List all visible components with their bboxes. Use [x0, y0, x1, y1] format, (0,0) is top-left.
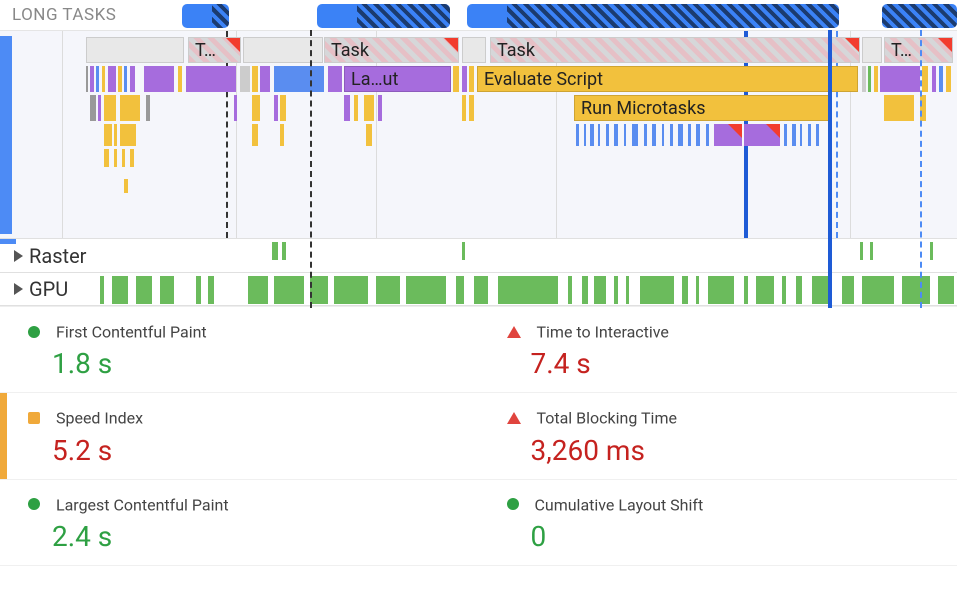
- gpu-label: GPU: [29, 277, 68, 301]
- task-block[interactable]: [862, 37, 882, 63]
- triangle-icon: [507, 326, 521, 338]
- flame-chart[interactable]: T… Task Task T… La…ut Evaluate Script: [0, 30, 957, 238]
- long-tasks-track[interactable]: [182, 2, 957, 28]
- metric-cls[interactable]: Cumulative Layout Shift 0: [479, 480, 957, 566]
- metric-fcp[interactable]: First Contentful Paint 1.8 s: [0, 307, 479, 393]
- task-block[interactable]: [243, 37, 323, 63]
- long-task-bar[interactable]: [882, 4, 957, 28]
- triangle-icon: [507, 412, 521, 424]
- chevron-right-icon[interactable]: [14, 283, 23, 295]
- task-block[interactable]: Task: [490, 37, 860, 63]
- task-block[interactable]: Task: [324, 37, 459, 63]
- raster-label: Raster: [29, 244, 86, 268]
- circle-icon: [28, 326, 40, 338]
- long-tasks-label: LONG TASKS: [12, 5, 182, 25]
- metric-speed-index[interactable]: Speed Index 5.2 s: [0, 393, 479, 479]
- long-task-bar[interactable]: [467, 4, 839, 28]
- task-block[interactable]: T…: [188, 37, 241, 63]
- long-tasks-row: LONG TASKS: [0, 0, 957, 30]
- long-task-bar[interactable]: [317, 4, 450, 28]
- long-task-bar[interactable]: [182, 4, 229, 28]
- metric-tbt[interactable]: Total Blocking Time 3,260 ms: [479, 393, 957, 479]
- layout-block[interactable]: La…ut: [344, 66, 451, 92]
- gpu-row[interactable]: GPU: [0, 272, 957, 306]
- metrics-grid: First Contentful Paint 1.8 s Time to Int…: [0, 306, 957, 566]
- raster-lane: [100, 242, 957, 270]
- run-microtasks-block[interactable]: Run Microtasks: [574, 95, 830, 121]
- metric-lcp[interactable]: Largest Contentful Paint 2.4 s: [0, 480, 479, 566]
- circle-icon: [507, 498, 519, 510]
- gpu-lane: [100, 276, 957, 304]
- main-thread-bar: [0, 36, 12, 234]
- task-block[interactable]: [86, 37, 184, 63]
- square-icon: [28, 412, 40, 424]
- task-block[interactable]: T…: [884, 37, 953, 63]
- circle-icon: [28, 498, 40, 510]
- raster-row[interactable]: Raster: [0, 238, 957, 272]
- evaluate-script-block[interactable]: Evaluate Script: [477, 66, 858, 92]
- disdown-icon[interactable]: [14, 250, 23, 262]
- edge-indicator: [0, 393, 7, 478]
- metric-tti[interactable]: Time to Interactive 7.4 s: [479, 307, 957, 393]
- task-block[interactable]: [462, 37, 486, 63]
